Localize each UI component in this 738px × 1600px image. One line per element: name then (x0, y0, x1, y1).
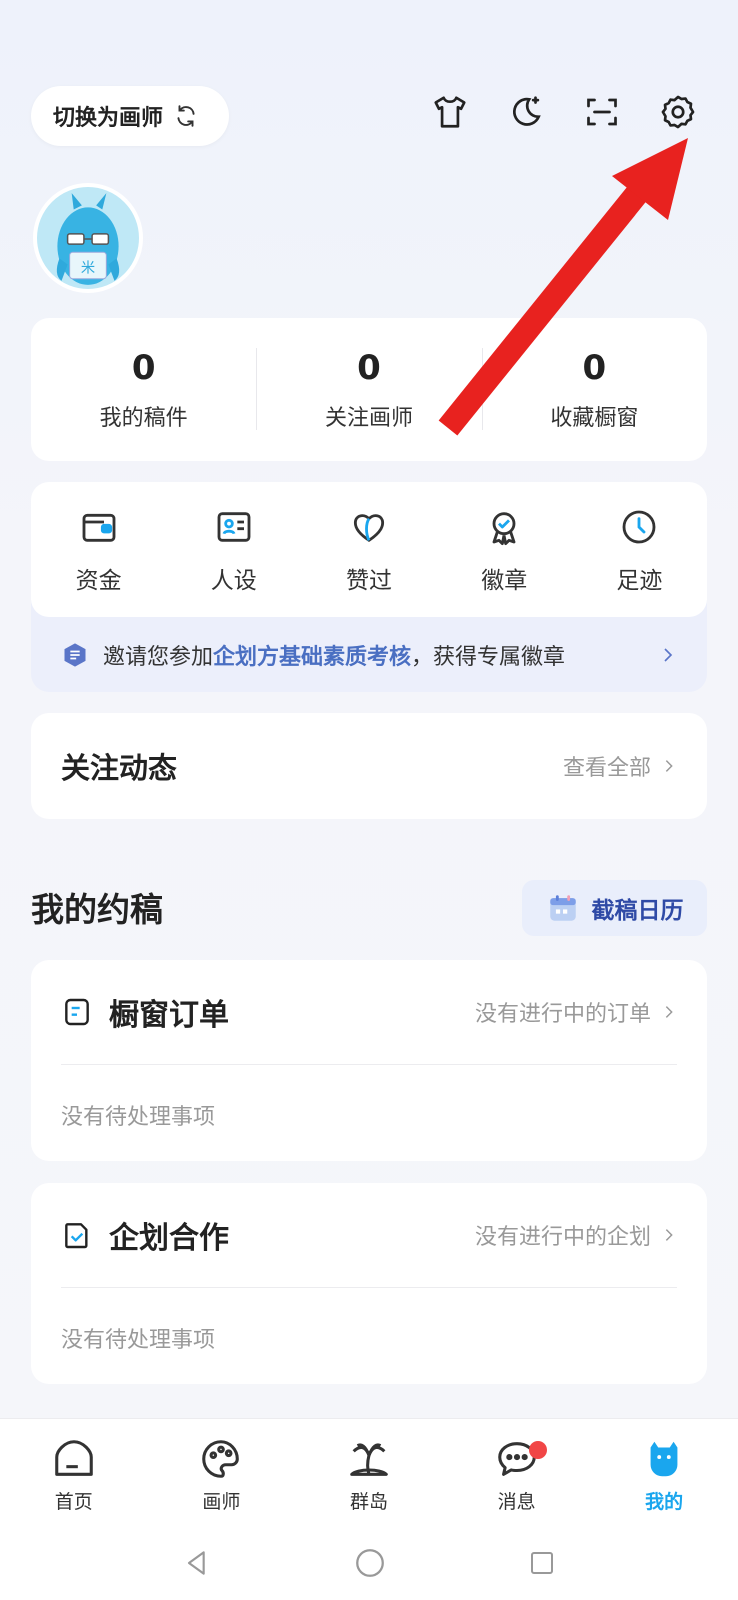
tab-label: 消息 (497, 1491, 536, 1513)
stat-label: 收藏橱窗 (550, 405, 639, 431)
chevron-right-icon (665, 1006, 673, 1018)
sync-icon (177, 105, 195, 127)
recents-icon[interactable] (527, 1548, 557, 1578)
tab-mine[interactable]: 我的 (590, 1419, 738, 1526)
quick-liked[interactable]: 赞过 (301, 482, 436, 617)
quick-label: 资金 (75, 567, 122, 594)
follow-feed-card[interactable]: 关注动态 查看全部 (31, 713, 707, 819)
card-title: 橱窗订单 (109, 998, 229, 1033)
mascot-icon (640, 1435, 688, 1483)
top-bar: 切换为画师 (0, 86, 738, 148)
heart-icon (347, 505, 391, 549)
stats-card: 0 我的稿件 0 关注画师 0 收藏橱窗 (31, 318, 707, 461)
home-icon (50, 1435, 98, 1483)
calendar-label: 截稿日历 (591, 898, 684, 924)
follow-feed-title: 关注动态 (61, 751, 178, 785)
quick-label: 足迹 (616, 567, 663, 594)
medal-icon (482, 505, 526, 549)
moon-icon[interactable] (506, 92, 546, 132)
stat-value: 0 (582, 347, 607, 388)
card-status[interactable]: 没有进行中的企划 (475, 1219, 677, 1251)
chevron-right-icon (665, 1229, 673, 1241)
tab-label: 首页 (54, 1491, 93, 1513)
tab-messages[interactable]: 消息 (443, 1419, 591, 1526)
invite-highlight[interactable]: 企划方基础素质考核 (213, 639, 411, 671)
card-status-text: 没有进行中的企划 (474, 1225, 651, 1250)
tab-islands[interactable]: 群岛 (295, 1419, 443, 1526)
chevron-right-icon (664, 647, 673, 662)
quick-label: 人设 (210, 567, 257, 594)
island-icon (345, 1435, 393, 1483)
invite-prefix: 邀请您参加 (103, 644, 214, 670)
my-commissions-title: 我的约稿 (31, 890, 163, 929)
tab-label: 画师 (202, 1491, 241, 1513)
deadline-calendar-button[interactable]: 截稿日历 (522, 880, 707, 936)
card-status[interactable]: 没有进行中的订单 (475, 996, 677, 1028)
back-icon[interactable] (181, 1547, 213, 1579)
card-status-text: 没有进行中的订单 (474, 1002, 651, 1027)
chevron-right-icon (665, 760, 673, 772)
tab-label: 我的 (645, 1491, 684, 1513)
avatar[interactable]: 米 (33, 183, 143, 293)
stat-label: 我的稿件 (99, 405, 188, 431)
card-body: 没有待处理事项 (61, 1328, 216, 1353)
unread-badge (528, 1441, 547, 1459)
badge-icon (64, 642, 86, 667)
id-card-icon (212, 505, 256, 549)
quick-label: 赞过 (346, 567, 392, 594)
card-title: 企划合作 (109, 1221, 229, 1256)
stat-my-drafts[interactable]: 0 我的稿件 (31, 318, 256, 461)
bottom-tab-bar: 首页 画师 群岛 消息 我的 (0, 1418, 738, 1526)
system-nav-bar (0, 1526, 738, 1600)
svg-text:米: 米 (81, 260, 95, 277)
switch-label: 切换为画师 (53, 106, 164, 131)
tshirt-icon[interactable] (430, 92, 470, 132)
document-icon (65, 998, 89, 1026)
invite-suffix: ，获得专属徽章 (411, 644, 566, 670)
quick-label: 徽章 (481, 567, 528, 594)
wallet-icon (77, 505, 121, 549)
palette-icon (197, 1435, 245, 1483)
card-body: 没有待处理事项 (61, 1105, 216, 1130)
stat-value: 0 (357, 347, 381, 388)
gear-icon[interactable] (658, 92, 698, 132)
quick-persona[interactable]: 人设 (166, 482, 301, 617)
home-nav-icon[interactable] (353, 1546, 387, 1580)
quick-badges[interactable]: 徽章 (437, 482, 572, 617)
stat-favorite-showcases[interactable]: 0 收藏橱窗 (481, 318, 707, 461)
checklist-icon (65, 1223, 88, 1249)
clock-icon (617, 505, 661, 549)
view-all-link[interactable]: 查看全部 (563, 750, 677, 782)
calendar-icon (549, 895, 576, 921)
showcase-orders-card[interactable]: 橱窗订单 没有进行中的订单 没有待处理事项 (31, 960, 707, 1161)
tab-label: 群岛 (349, 1491, 388, 1513)
tab-artists[interactable]: 画师 (148, 1419, 296, 1526)
quick-actions: 资金 人设 赞过 徽章 足迹 (31, 482, 707, 617)
scan-icon[interactable] (582, 92, 622, 132)
tab-home[interactable]: 首页 (0, 1419, 148, 1526)
view-all-label: 查看全部 (562, 756, 651, 781)
stat-label: 关注画师 (324, 405, 413, 431)
quick-funds[interactable]: 资金 (31, 482, 166, 617)
stat-followed-artists[interactable]: 0 关注画师 (256, 318, 481, 461)
quick-footprint[interactable]: 足迹 (572, 482, 707, 617)
project-collab-card[interactable]: 企划合作 没有进行中的企划 没有待处理事项 (31, 1183, 707, 1384)
stat-value: 0 (131, 347, 156, 388)
switch-to-artist-button[interactable]: 切换为画师 (31, 86, 229, 146)
